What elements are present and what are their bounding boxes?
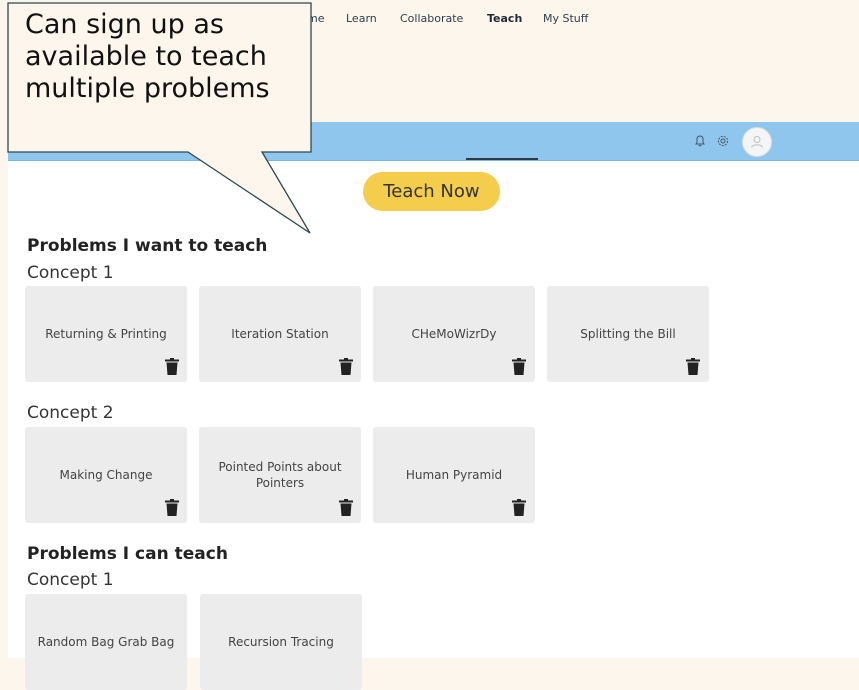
callout-text: Can sign up as available to teach multip… — [25, 9, 270, 104]
